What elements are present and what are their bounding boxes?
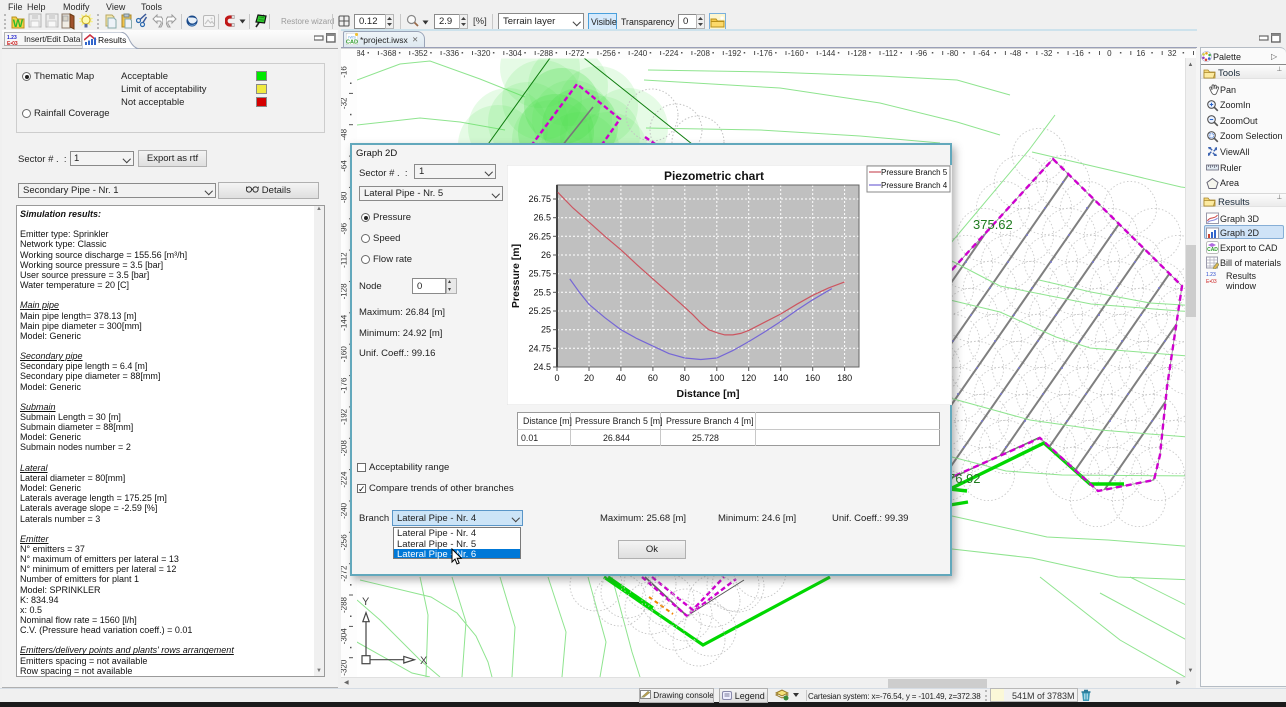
svg-text:-272: -272	[568, 49, 585, 58]
svg-text:-272: -272	[341, 565, 349, 582]
svg-text:-208: -208	[341, 440, 349, 457]
svg-text:-208: -208	[694, 49, 711, 58]
svg-text:Y: Y	[362, 596, 370, 608]
svg-text:180: 180	[837, 373, 852, 383]
svg-text:Pressure Branch 4: Pressure Branch 4	[881, 181, 948, 190]
svg-text:-144: -144	[819, 49, 836, 58]
svg-text:-160: -160	[341, 346, 349, 363]
svg-text:-256: -256	[600, 49, 617, 58]
svg-text:-304: -304	[341, 628, 349, 645]
svg-text:1.23: 1.23	[1206, 272, 1216, 278]
svg-text:100: 100	[709, 373, 724, 383]
svg-text:-80: -80	[947, 49, 959, 58]
svg-text:-16: -16	[1072, 49, 1084, 58]
svg-text:-240: -240	[341, 502, 349, 519]
svg-text:80: 80	[680, 373, 690, 383]
svg-text:-368: -368	[380, 49, 397, 58]
svg-text:CAD: CAD	[346, 40, 358, 46]
svg-text:Distance [m]: Distance [m]	[676, 388, 739, 400]
svg-text:E•03: E•03	[7, 41, 18, 45]
svg-text:-176: -176	[757, 49, 774, 58]
svg-text:-112: -112	[341, 252, 349, 268]
svg-text:140: 140	[773, 373, 788, 383]
svg-text:160: 160	[805, 373, 820, 383]
svg-text:Pressure Branch 5: Pressure Branch 5	[881, 168, 948, 177]
svg-text:W: W	[13, 18, 24, 30]
svg-text:76.92: 76.92	[948, 471, 981, 486]
svg-text:-64: -64	[978, 49, 990, 58]
svg-text:-336: -336	[443, 49, 460, 58]
svg-text:-192: -192	[341, 408, 349, 425]
svg-text:-144: -144	[341, 314, 349, 331]
svg-text:40: 40	[616, 373, 626, 383]
svg-text:-224: -224	[662, 49, 679, 58]
svg-text:-160: -160	[788, 49, 805, 58]
svg-text:25.25: 25.25	[528, 306, 551, 316]
svg-text:26.5: 26.5	[533, 213, 551, 223]
svg-text:E•03: E•03	[1206, 279, 1217, 284]
svg-text:X: X	[420, 655, 428, 667]
svg-text:-112: -112	[882, 49, 898, 58]
svg-text:-320: -320	[474, 49, 491, 58]
svg-text:-352: -352	[412, 49, 429, 58]
svg-text:-64: -64	[341, 160, 349, 172]
svg-text:0: 0	[1107, 49, 1112, 58]
svg-text:16: 16	[1136, 49, 1145, 58]
svg-text:-304: -304	[506, 49, 523, 58]
svg-text:120: 120	[741, 373, 756, 383]
svg-text:32: 32	[1168, 49, 1177, 58]
svg-text:-192: -192	[725, 49, 742, 58]
svg-text:-128: -128	[341, 283, 349, 300]
svg-text:-256: -256	[341, 534, 349, 551]
svg-text:375.62: 375.62	[973, 217, 1013, 232]
svg-text:-32: -32	[1041, 49, 1053, 58]
svg-text:-288: -288	[537, 49, 554, 58]
svg-text:-288: -288	[341, 596, 349, 613]
svg-text:20: 20	[584, 373, 594, 383]
svg-text:60: 60	[648, 373, 658, 383]
svg-text:-32: -32	[341, 97, 349, 109]
svg-text:-96: -96	[341, 222, 349, 234]
svg-text:Piezometric chart: Piezometric chart	[664, 169, 764, 183]
svg-text:25.5: 25.5	[533, 287, 551, 297]
svg-text:25: 25	[541, 325, 551, 335]
svg-text:25.75: 25.75	[528, 269, 551, 279]
svg-text:-240: -240	[631, 49, 648, 58]
svg-text:-320: -320	[341, 659, 349, 676]
svg-text:26: 26	[541, 250, 551, 260]
svg-text:26.75: 26.75	[528, 194, 551, 204]
svg-text:-224: -224	[341, 471, 349, 488]
svg-text:0: 0	[554, 373, 559, 383]
svg-text:-128: -128	[851, 49, 868, 58]
svg-text:Pressure [m]: Pressure [m]	[510, 244, 522, 308]
svg-text:-48: -48	[1010, 49, 1022, 58]
svg-text:-80: -80	[341, 191, 349, 203]
svg-text:-176: -176	[341, 377, 349, 394]
svg-text:24.5: 24.5	[533, 362, 551, 372]
svg-text:-96: -96	[916, 49, 928, 58]
svg-text:26.25: 26.25	[528, 231, 551, 241]
svg-text:24.75: 24.75	[528, 343, 551, 353]
svg-text:CAD: CAD	[1207, 247, 1218, 253]
svg-text:-48: -48	[341, 128, 349, 140]
svg-text:IWS: IWS	[348, 35, 356, 40]
svg-text:-16: -16	[341, 66, 349, 78]
